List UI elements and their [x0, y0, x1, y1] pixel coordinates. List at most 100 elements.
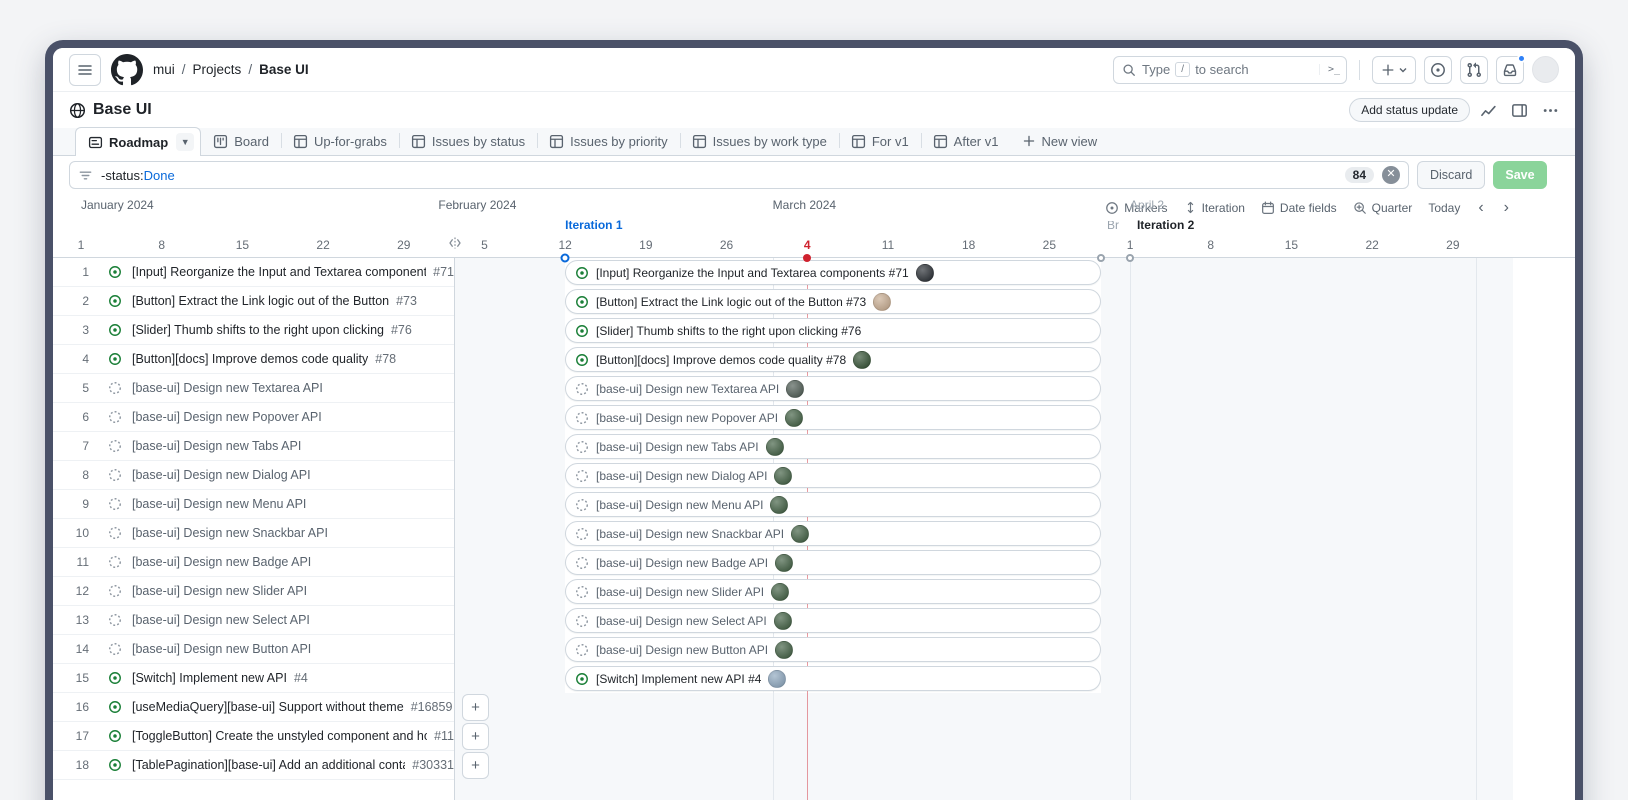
gantt-bar[interactable]: [base-ui] Design new Badge API	[565, 550, 1101, 575]
draft-issue-icon	[108, 468, 123, 482]
filter-bar: -status:Done 84 ✕ Discard Save	[53, 156, 1575, 194]
tab-issues-by-work-type[interactable]: Issues by work type	[680, 127, 839, 155]
tab-roadmap[interactable]: Roadmap▼	[75, 127, 201, 156]
control-label: Iteration	[1202, 201, 1245, 215]
issue-title: [useMediaQuery][base-ui] Support without…	[132, 700, 404, 714]
kebab-menu-icon[interactable]	[1542, 102, 1559, 119]
inbox-button[interactable]	[1496, 56, 1524, 84]
gantt-bar[interactable]: [Button][docs] Improve demos code qualit…	[565, 347, 1101, 372]
gantt-bar[interactable]: [Button] Extract the Link logic out of t…	[565, 289, 1101, 314]
gantt-bar[interactable]: [Switch] Implement new API #4	[565, 666, 1101, 691]
draft-issue-icon	[575, 411, 589, 425]
gantt-bar[interactable]: [base-ui] Design new Tabs API	[565, 434, 1101, 459]
column-resize-handle[interactable]	[447, 236, 463, 250]
gantt-bar[interactable]: [base-ui] Design new Slider API	[565, 579, 1101, 604]
issue-opened-icon	[108, 729, 123, 743]
filter-input[interactable]: -status:Done 84 ✕	[69, 161, 1409, 189]
gantt-bar[interactable]: [base-ui] Design new Select API	[565, 608, 1101, 633]
side-panel-icon[interactable]	[1511, 102, 1528, 119]
command-palette-icon[interactable]: >_	[1319, 64, 1340, 75]
draft-issue-icon	[575, 440, 589, 454]
draft-issue-icon	[108, 526, 123, 540]
issue-title: [Button][docs] Improve demos code qualit…	[132, 352, 368, 366]
month-label: April 2	[1130, 198, 1164, 212]
scroll-right-button[interactable]: ›	[1502, 200, 1511, 216]
tab-issues-by-status[interactable]: Issues by status	[399, 127, 537, 155]
table-row[interactable]: 12[base-ui] Design new Slider API	[53, 577, 454, 606]
tab-board[interactable]: Board	[201, 127, 281, 155]
issue-number: #71	[433, 265, 454, 279]
table-row[interactable]: 3 [Slider] Thumb shifts to the right upon…	[53, 316, 454, 345]
gantt-bar[interactable]: [base-ui] Design new Popover API	[565, 405, 1101, 430]
add-to-timeline-button[interactable]: +	[462, 752, 489, 779]
gantt-bar[interactable]: [Slider] Thumb shifts to the right upon …	[565, 318, 1101, 343]
table-row[interactable]: 1[Input] Reorganize the Input and Textar…	[53, 258, 454, 287]
gantt-bar-label: [base-ui] Design new Tabs API	[596, 440, 759, 454]
date-tick: 15	[1285, 238, 1298, 252]
table-row[interactable]: 8[base-ui] Design new Dialog API	[53, 461, 454, 490]
table-row[interactable]: 13[base-ui] Design new Select API	[53, 606, 454, 635]
tab-label: For v1	[872, 134, 909, 149]
add-to-timeline-button[interactable]: +	[462, 723, 489, 750]
table-row[interactable]: 17[ToggleButton] Create the unstyled com…	[53, 722, 454, 751]
roadmap-icon	[88, 135, 103, 150]
tab-for-v1[interactable]: For v1	[839, 127, 921, 155]
row-number: 3	[61, 323, 89, 337]
table-row[interactable]: 9[base-ui] Design new Menu API	[53, 490, 454, 519]
scroll-left-button[interactable]: ‹	[1476, 200, 1485, 216]
github-logo[interactable]	[111, 54, 143, 86]
table-row[interactable]: 18[TablePagination][base-ui] Add an addi…	[53, 751, 454, 780]
user-avatar[interactable]	[1532, 56, 1559, 83]
insights-icon[interactable]	[1480, 102, 1497, 119]
tab-up-for-grabs[interactable]: Up-for-grabs	[281, 127, 399, 155]
tab-after-v1[interactable]: After v1	[921, 127, 1011, 155]
gantt-bar[interactable]: [base-ui] Design new Textarea API	[565, 376, 1101, 401]
discard-button[interactable]: Discard	[1417, 161, 1485, 189]
table-row[interactable]: 5[base-ui] Design new Textarea API	[53, 374, 454, 403]
date-tick: 25	[1043, 238, 1056, 252]
gantt-bar[interactable]: [base-ui] Design new Snackbar API	[565, 521, 1101, 546]
zoom-in-icon	[1353, 201, 1367, 215]
table-row[interactable]: 7[base-ui] Design new Tabs API	[53, 432, 454, 461]
table-row[interactable]: 11[base-ui] Design new Badge API	[53, 548, 454, 577]
table-row[interactable]: 4[Button][docs] Improve demos code quali…	[53, 345, 454, 374]
tab-options-button[interactable]: ▼	[176, 133, 194, 151]
project-actions: Add status update	[1349, 98, 1559, 122]
row-number: 8	[61, 468, 89, 482]
table-row[interactable]: 2[Button] Extract the Link logic out of …	[53, 287, 454, 316]
breadcrumb-org[interactable]: mui	[153, 62, 175, 77]
quarter-control[interactable]: Quarter	[1353, 201, 1413, 215]
tab-issues-by-priority[interactable]: Issues by priority	[537, 127, 680, 155]
table-icon	[933, 134, 948, 149]
breadcrumb-projects[interactable]: Projects	[193, 62, 242, 77]
hamburger-menu-button[interactable]	[69, 54, 101, 86]
search-input[interactable]: Type / to search >_	[1113, 56, 1347, 84]
add-to-timeline-button[interactable]: +	[462, 694, 489, 721]
issue-opened-icon	[108, 265, 123, 279]
issue-title: [Slider] Thumb shifts to the right upon …	[132, 323, 384, 337]
table-row[interactable]: 6[base-ui] Design new Popover API	[53, 403, 454, 432]
new-view-button[interactable]: New view	[1010, 127, 1109, 155]
create-new-button[interactable]	[1372, 56, 1416, 84]
table-row[interactable]: 10[base-ui] Design new Snackbar API	[53, 519, 454, 548]
pull-requests-button[interactable]	[1460, 56, 1488, 84]
assignee-avatar	[768, 670, 786, 688]
save-button[interactable]: Save	[1493, 161, 1546, 189]
gantt-bar[interactable]: [Input] Reorganize the Input and Textare…	[565, 260, 1101, 285]
date-fields-control[interactable]: Date fields	[1261, 201, 1337, 215]
clear-filter-button[interactable]: ✕	[1382, 166, 1400, 184]
add-status-update-button[interactable]: Add status update	[1349, 98, 1470, 122]
gantt-bar[interactable]: [base-ui] Design new Button API	[565, 637, 1101, 662]
gantt-bar[interactable]: [base-ui] Design new Menu API	[565, 492, 1101, 517]
table-row[interactable]: 16[useMediaQuery][base-ui] Support witho…	[53, 693, 454, 722]
row-number: 1	[61, 265, 89, 279]
month-label: January 2024	[81, 198, 154, 212]
iteration-control[interactable]: Iteration	[1184, 201, 1245, 215]
table-row[interactable]: 15[Switch] Implement new API#4	[53, 664, 454, 693]
assignee-avatar	[786, 380, 804, 398]
issues-button[interactable]	[1424, 56, 1452, 84]
today-control[interactable]: Today	[1428, 201, 1460, 215]
breadcrumb-project-name[interactable]: Base UI	[259, 62, 309, 77]
table-row[interactable]: 14[base-ui] Design new Button API	[53, 635, 454, 664]
gantt-bar[interactable]: [base-ui] Design new Dialog API	[565, 463, 1101, 488]
